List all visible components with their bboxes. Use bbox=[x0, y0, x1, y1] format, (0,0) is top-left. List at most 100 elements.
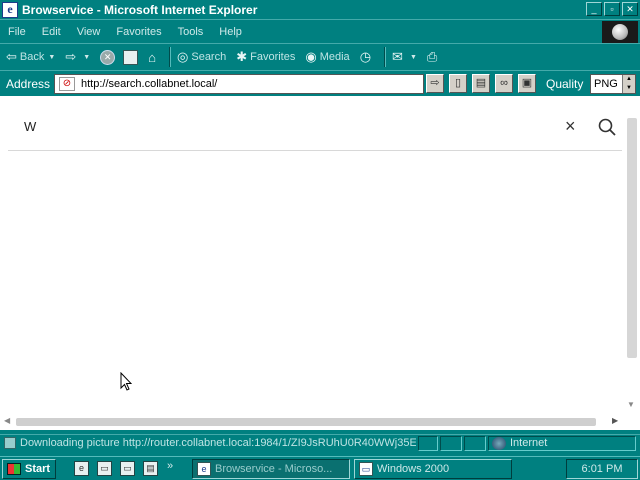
title-bar[interactable]: e Browservice - Microsoft Internet Explo… bbox=[0, 0, 640, 19]
home-icon: ⌂ bbox=[148, 49, 157, 65]
search-underline bbox=[8, 150, 622, 151]
quicklaunch-more-icon[interactable]: » bbox=[167, 460, 173, 472]
start-label: Start bbox=[25, 463, 51, 475]
clipboard-icon[interactable]: ▣ bbox=[518, 74, 536, 93]
status-text: Downloading picture http://router.collab… bbox=[20, 437, 416, 449]
refresh-icon[interactable] bbox=[123, 49, 139, 65]
taskbar-item-browservice[interactable]: e Browservice - Microso... bbox=[192, 459, 350, 479]
status-cell bbox=[440, 436, 462, 451]
find-binoculars-icon[interactable]: ∞ bbox=[495, 74, 513, 93]
address-label: Address bbox=[6, 76, 51, 91]
start-button[interactable]: Start bbox=[2, 459, 56, 479]
favorites-star-icon: ✱ bbox=[236, 49, 248, 64]
status-cell bbox=[418, 436, 438, 451]
forward-dropdown-icon[interactable]: ▼ bbox=[83, 54, 90, 61]
menu-help[interactable]: Help bbox=[211, 26, 250, 38]
scroll-left-icon[interactable]: ◀ bbox=[4, 416, 10, 425]
maximize-button[interactable]: ▫ bbox=[604, 2, 620, 16]
home-button[interactable]: ⌂ bbox=[148, 50, 159, 65]
search-globe-icon: ◎ bbox=[177, 49, 189, 64]
favorites-label: Favorites bbox=[250, 51, 296, 63]
menu-bar: File Edit View Favorites Tools Help bbox=[0, 19, 640, 43]
horizontal-scroll-thumb[interactable] bbox=[16, 418, 596, 426]
page-icon: ⊘ bbox=[59, 77, 75, 91]
scroll-down-icon[interactable]: ▼ bbox=[627, 400, 635, 409]
stop-icon[interactable]: ✕ bbox=[100, 49, 116, 65]
taskbar: Start e ▭ ▭ ▤ » e Browservice - Microso.… bbox=[0, 456, 640, 480]
zone-label: Internet bbox=[510, 437, 548, 449]
search-input[interactable]: W bbox=[24, 119, 36, 134]
ie-e-icon[interactable]: e bbox=[2, 1, 18, 18]
horizontal-scrollbar[interactable]: ◀ ▶ bbox=[0, 414, 624, 430]
favorites-button[interactable]: ✱ Favorites bbox=[236, 49, 295, 65]
windows-logo-icon bbox=[7, 463, 21, 475]
back-label: Back bbox=[19, 51, 45, 63]
history-icon: ◷ bbox=[359, 49, 372, 64]
media-label: Media bbox=[319, 51, 350, 63]
go-arrow-icon[interactable]: ⇨ bbox=[426, 74, 444, 93]
close-window-button[interactable]: ✕ bbox=[622, 2, 638, 16]
browser-window: e Browservice - Microsoft Internet Explo… bbox=[0, 0, 640, 456]
ie-e-icon: e bbox=[197, 462, 211, 476]
toolbar-separator bbox=[169, 47, 172, 67]
taskbar-item-windows-2000[interactable]: ▭ Windows 2000 bbox=[354, 459, 512, 479]
address-bar: Address ⊘ http://search.collabnet.local/… bbox=[0, 70, 640, 96]
menu-edit[interactable]: Edit bbox=[34, 26, 69, 38]
window-title: Browservice - Microsoft Internet Explore… bbox=[22, 2, 258, 17]
globe-icon bbox=[612, 24, 628, 40]
quality-spinner-icon[interactable]: ▲ ▼ bbox=[622, 75, 635, 93]
window-quicklaunch-icon[interactable]: ▭ bbox=[120, 461, 135, 476]
system-tray-clock[interactable]: 6:01 PM bbox=[566, 459, 638, 479]
vertical-scrollbar[interactable]: ▼ bbox=[624, 96, 640, 414]
address-url[interactable]: http://search.collabnet.local/ bbox=[81, 78, 217, 90]
window-controls: _ ▫ ✕ bbox=[586, 2, 638, 16]
mail-icon: ✉ bbox=[392, 49, 403, 64]
history-button[interactable]: ◷ bbox=[360, 49, 374, 65]
search-button[interactable]: ◎ Search bbox=[177, 49, 226, 65]
internet-zone-icon bbox=[492, 437, 506, 450]
print-icon: ⎙ bbox=[426, 49, 438, 64]
close-icon[interactable]: × bbox=[565, 117, 576, 135]
windows-throbber bbox=[602, 21, 638, 43]
print-button[interactable]: ⎙ bbox=[427, 49, 440, 65]
page-viewport[interactable]: W × bbox=[0, 96, 624, 414]
desktop-quicklaunch-icon[interactable]: ▭ bbox=[97, 461, 112, 476]
address-input[interactable]: ⊘ http://search.collabnet.local/ bbox=[54, 74, 424, 94]
quality-select[interactable]: PNG ▲ ▼ bbox=[590, 74, 636, 94]
quality-label: Quality bbox=[546, 77, 584, 91]
media-button[interactable]: ◉ Media bbox=[305, 49, 349, 65]
address-tools: ⇨ ▯ ▤ ∞ ▣ bbox=[426, 74, 536, 93]
quality-value: PNG bbox=[594, 78, 618, 90]
task-label: Windows 2000 bbox=[377, 463, 450, 475]
forward-arrow-icon: ⇨ bbox=[65, 49, 77, 64]
bookmarks-list-icon[interactable]: ▤ bbox=[472, 74, 490, 93]
media-icon: ◉ bbox=[305, 49, 317, 64]
scrollbar-corner bbox=[624, 414, 640, 430]
mail-button[interactable]: ✉ ▼ bbox=[392, 49, 417, 65]
back-button[interactable]: ⇦ Back ▼ bbox=[6, 49, 55, 65]
forward-button[interactable]: ⇨ ▼ bbox=[65, 49, 90, 65]
mail-dropdown-icon[interactable]: ▼ bbox=[410, 54, 417, 61]
scroll-right-icon[interactable]: ▶ bbox=[612, 416, 618, 425]
ie-quicklaunch-icon[interactable]: e bbox=[74, 461, 89, 476]
bookmark-icon[interactable]: ▯ bbox=[449, 74, 467, 93]
explorer-quicklaunch-icon[interactable]: ▤ bbox=[143, 461, 158, 476]
standard-toolbar: ⇦ Back ▼ ⇨ ▼ ✕ ⌂ ◎ Search ✱ Favorites ◉ … bbox=[0, 43, 640, 70]
status-cell bbox=[464, 436, 486, 451]
toolbar-separator bbox=[384, 47, 387, 67]
search-label: Search bbox=[191, 51, 227, 63]
window-icon: ▭ bbox=[359, 462, 373, 476]
mouse-pointer-icon bbox=[120, 372, 132, 391]
back-arrow-icon: ⇦ bbox=[6, 49, 17, 64]
search-icon[interactable] bbox=[598, 118, 616, 136]
menu-tools[interactable]: Tools bbox=[170, 26, 212, 38]
menu-view[interactable]: View bbox=[69, 26, 109, 38]
status-page-icon bbox=[4, 437, 16, 449]
menu-file[interactable]: File bbox=[0, 26, 34, 38]
task-label: Browservice - Microso... bbox=[215, 463, 333, 475]
status-bar: Downloading picture http://router.collab… bbox=[0, 434, 640, 452]
minimize-button[interactable]: _ bbox=[586, 2, 602, 16]
menu-favorites[interactable]: Favorites bbox=[108, 26, 169, 38]
vertical-scroll-thumb[interactable] bbox=[627, 118, 637, 358]
back-dropdown-icon[interactable]: ▼ bbox=[48, 54, 55, 61]
